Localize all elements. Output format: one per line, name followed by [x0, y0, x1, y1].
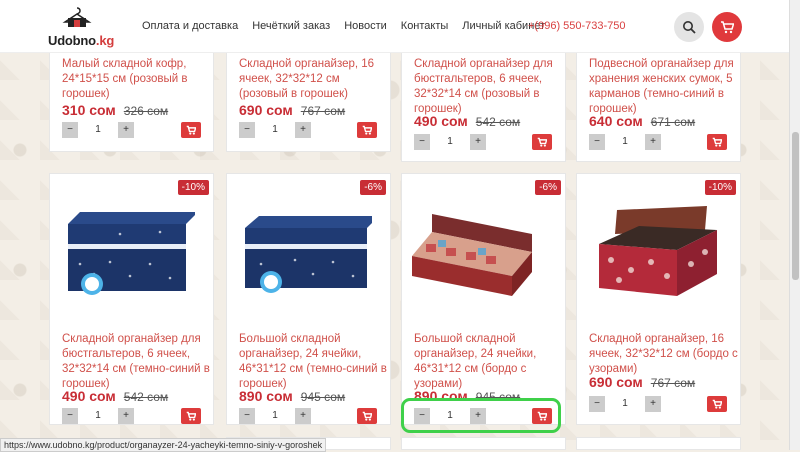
- product-card[interactable]: Складной органайзер, 16 ячеек, 32*32*12 …: [226, 40, 391, 152]
- quantity-input[interactable]: 1: [605, 396, 645, 412]
- old-price: 326 сом: [123, 104, 169, 118]
- quantity-stepper: − 1 +: [414, 134, 486, 150]
- page-scrollbar[interactable]: [789, 0, 800, 450]
- decrease-button[interactable]: −: [589, 396, 605, 412]
- discount-badge: -10%: [704, 180, 736, 195]
- product-title[interactable]: Подвесной органайзер для хранения женски…: [589, 57, 739, 117]
- old-price: 767 сом: [300, 104, 346, 118]
- product-title[interactable]: Складной органайзер, 16 ячеек, 32*32*12 …: [589, 332, 739, 377]
- add-to-cart-button[interactable]: [532, 134, 552, 150]
- decrease-button[interactable]: −: [239, 408, 255, 424]
- increase-button[interactable]: +: [470, 134, 486, 150]
- discount-badge: -6%: [535, 180, 561, 195]
- quantity-stepper: − 1 +: [589, 396, 661, 412]
- logo-text: Udobno.kg: [48, 33, 115, 48]
- quantity-input[interactable]: 1: [430, 134, 470, 150]
- product-price: 690 сом 767 сом: [589, 374, 696, 390]
- product-price: 890 сом 945 сом: [239, 388, 346, 404]
- quantity-stepper: − 1 +: [62, 408, 134, 424]
- add-to-cart-button[interactable]: [357, 122, 377, 138]
- search-icon: [683, 21, 696, 34]
- product-image[interactable]: [412, 204, 547, 304]
- nav-fuzzy-order[interactable]: Нечёткий заказ: [252, 20, 330, 32]
- product-price: 310 сом 326 сом: [62, 102, 169, 118]
- old-price: 767 сом: [650, 376, 696, 390]
- decrease-button[interactable]: −: [589, 134, 605, 150]
- product-card[interactable]: Подвесной органайзер для хранения женски…: [576, 40, 741, 162]
- product-card[interactable]: Малый складной кофр, 24*15*15 см (розовы…: [49, 40, 214, 152]
- quantity-stepper: − 1 +: [239, 122, 311, 138]
- product-price: 640 сом 671 сом: [589, 113, 696, 129]
- decrease-button[interactable]: −: [62, 408, 78, 424]
- product-price: 490 сом 542 сом: [414, 113, 521, 129]
- add-to-cart-button[interactable]: [707, 134, 727, 150]
- nav-contacts[interactable]: Контакты: [401, 20, 449, 32]
- product-title[interactable]: Большой складной органайзер, 24 ячейки, …: [239, 332, 389, 392]
- quantity-stepper: − 1 +: [62, 122, 134, 138]
- cart-icon: [712, 399, 722, 409]
- product-price: 690 сом 767 сом: [239, 102, 346, 118]
- cart-icon: [362, 411, 372, 421]
- add-to-cart-button[interactable]: [181, 122, 201, 138]
- search-button[interactable]: [674, 12, 704, 42]
- product-title[interactable]: Большой складной органайзер, 24 ячейки, …: [414, 332, 564, 392]
- increase-button[interactable]: +: [645, 396, 661, 412]
- discount-badge: -10%: [177, 180, 209, 195]
- cart-icon: [537, 137, 547, 147]
- add-to-cart-button[interactable]: [181, 408, 201, 424]
- old-price: 542 сом: [123, 390, 169, 404]
- product-price: 490 сом 542 сом: [62, 388, 169, 404]
- scrollbar-thumb[interactable]: [792, 132, 799, 280]
- cart-icon: [721, 21, 734, 34]
- product-card[interactable]: -10% Складной органайзер для бюстгальтер…: [49, 173, 214, 425]
- discount-badge: -6%: [360, 180, 386, 195]
- product-title[interactable]: Складной органайзер, 16 ячеек, 32*32*12 …: [239, 57, 389, 102]
- product-card[interactable]: -6% Большой складной органайзер, 24 ячей…: [401, 173, 566, 425]
- product-title[interactable]: Складной органайзер для бюстгальтеров, 6…: [414, 57, 564, 117]
- product-image[interactable]: [237, 204, 372, 304]
- old-price: 542 сом: [475, 115, 521, 129]
- cart-icon: [186, 125, 196, 135]
- product-image[interactable]: [587, 204, 722, 304]
- old-price: 671 сом: [650, 115, 696, 129]
- product-card[interactable]: [401, 437, 566, 450]
- product-card[interactable]: Складной органайзер для бюстгальтеров, 6…: [401, 40, 566, 162]
- product-image[interactable]: [60, 204, 195, 304]
- add-to-cart-button[interactable]: [707, 396, 727, 412]
- logo[interactable]: Udobno.kg: [48, 6, 114, 48]
- quantity-input[interactable]: 1: [605, 134, 645, 150]
- nav-payment-delivery[interactable]: Оплата и доставка: [142, 20, 238, 32]
- phone-number[interactable]: +(996) 550-733-750: [528, 20, 626, 32]
- product-title[interactable]: Складной органайзер для бюстгальтеров, 6…: [62, 332, 212, 392]
- increase-button[interactable]: +: [118, 408, 134, 424]
- quantity-stepper: − 1 +: [589, 134, 661, 150]
- increase-button[interactable]: +: [295, 408, 311, 424]
- nav-news[interactable]: Новости: [344, 20, 387, 32]
- cart-icon: [712, 137, 722, 147]
- product-card[interactable]: -6% Большой складной органайзер, 24 ячей…: [226, 173, 391, 425]
- decrease-button[interactable]: −: [62, 122, 78, 138]
- add-to-cart-button[interactable]: [357, 408, 377, 424]
- product-card[interactable]: -10% Складной органайзер, 16 ячеек, 32*3…: [576, 173, 741, 425]
- cart-icon: [186, 411, 196, 421]
- cart-icon: [362, 125, 372, 135]
- decrease-button[interactable]: −: [414, 134, 430, 150]
- quantity-input[interactable]: 1: [255, 122, 295, 138]
- main-nav: Оплата и доставка Нечёткий заказ Новости…: [142, 20, 545, 32]
- product-title[interactable]: Малый складной кофр, 24*15*15 см (розовы…: [62, 57, 212, 102]
- quantity-input[interactable]: 1: [78, 122, 118, 138]
- site-header: Udobno.kg Оплата и доставка Нечёткий зак…: [0, 0, 789, 53]
- focus-highlight: [401, 398, 561, 433]
- logo-hanger-icon: [62, 7, 92, 27]
- quantity-stepper: − 1 +: [239, 408, 311, 424]
- decrease-button[interactable]: −: [239, 122, 255, 138]
- header-cart-button[interactable]: [712, 12, 742, 42]
- quantity-input[interactable]: 1: [255, 408, 295, 424]
- increase-button[interactable]: +: [118, 122, 134, 138]
- quantity-input[interactable]: 1: [78, 408, 118, 424]
- old-price: 945 сом: [300, 390, 346, 404]
- increase-button[interactable]: +: [645, 134, 661, 150]
- increase-button[interactable]: +: [295, 122, 311, 138]
- product-card[interactable]: [576, 437, 741, 450]
